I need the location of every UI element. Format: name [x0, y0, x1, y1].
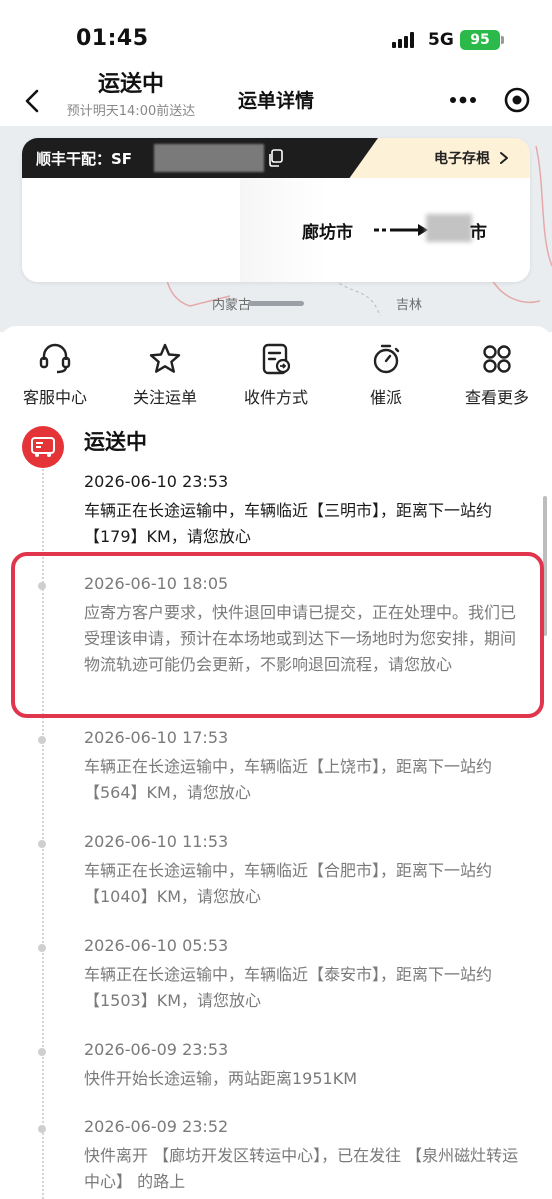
- timeline-dot: [38, 736, 46, 744]
- truck-icon: [31, 437, 55, 457]
- qa-label: 关注运单: [132, 388, 197, 407]
- qa-label: 客服中心: [22, 388, 87, 407]
- event-time: 2026-06-09 23:52: [84, 1117, 229, 1136]
- qa-customer-service[interactable]: 客服中心: [0, 342, 110, 408]
- qa-label: 查看更多: [464, 388, 529, 407]
- receive-method-icon: [262, 343, 291, 375]
- qa-urge-delivery[interactable]: 催派: [331, 342, 441, 408]
- e-record-link[interactable]: 电子存根: [434, 148, 490, 168]
- destination-city: 市: [470, 223, 487, 243]
- timeline-status-heading: 运送中: [84, 430, 147, 454]
- destination-redacted: [426, 214, 472, 242]
- event-time: 2026-06-10 23:53: [84, 472, 229, 491]
- quick-actions: 客服中心 关注运单 收件方式 催派 查看更多: [0, 342, 552, 408]
- headset-icon: [39, 343, 71, 374]
- battery-icon: 95: [460, 30, 500, 50]
- origin-city: 廊坊市: [302, 223, 353, 243]
- event-time: 2026-06-10 17:53: [84, 728, 229, 747]
- qa-view-more[interactable]: 查看更多: [442, 342, 552, 408]
- timeline-event: 2026-06-10 11:53 车辆正在长途运输中，车辆临近【合肥市】，距离下…: [84, 830, 530, 910]
- highlight-annotation: [11, 552, 544, 718]
- chevron-right-icon[interactable]: [498, 151, 510, 165]
- timeline-event: 2026-06-10 17:53 车辆正在长途运输中，车辆临近【上饶市】，距离下…: [84, 726, 530, 806]
- qa-receive-method[interactable]: 收件方式: [221, 342, 331, 408]
- event-time: 2026-06-09 23:53: [84, 1040, 229, 1059]
- eta-text: 预计明天14:00前送达: [66, 104, 196, 119]
- timeline-dot: [38, 1125, 46, 1133]
- timeline-dot: [38, 1048, 46, 1056]
- event-text: 车辆正在长途运输中，车辆临近【泰安市】，距离下一站约【1503】KM，请您放心: [84, 965, 493, 1010]
- timeline-event: 2026-06-10 05:53 车辆正在长途运输中，车辆临近【泰安市】，距离下…: [84, 934, 530, 1014]
- status-panel: [22, 178, 240, 282]
- timeline-dot: [38, 840, 46, 848]
- event-time: 2026-06-10 05:53: [84, 936, 229, 955]
- waybill-card: 顺丰干配：SF 电子存根: [22, 138, 530, 282]
- timeline-dot: [38, 944, 46, 952]
- battery-tip: [501, 36, 504, 44]
- qa-follow-waybill[interactable]: 关注运单: [110, 342, 220, 408]
- stopwatch-icon: [373, 344, 400, 374]
- grid-more-icon: [483, 345, 511, 373]
- event-text: 车辆正在长途运输中，车辆临近【合肥市】，距离下一站约【1040】KM，请您放心: [84, 861, 493, 906]
- timeline-event: 2026-06-09 23:53 快件开始长途运输，两站距离1951KM: [84, 1038, 530, 1092]
- event-text: 车辆正在长途运输中，车辆临近【上饶市】，距离下一站约【564】KM，请您放心: [84, 757, 493, 802]
- map-label-jilin: 吉林: [396, 298, 423, 313]
- event-text: 快件开始长途运输，两站距离1951KM: [84, 1069, 358, 1088]
- route-arrow-icon: [374, 224, 428, 236]
- network-type: 5G: [428, 30, 454, 50]
- clock: 01:45: [76, 26, 149, 51]
- copy-icon[interactable]: [268, 149, 284, 167]
- more-dots-icon[interactable]: [449, 90, 477, 110]
- signal-icon: [392, 32, 420, 48]
- map-label-neimenggu: 内蒙古: [212, 298, 252, 313]
- qa-label: 催派: [369, 388, 402, 407]
- event-time: 2026-06-10 11:53: [84, 832, 229, 851]
- waybill-number: 顺丰干配：SF: [36, 150, 133, 168]
- event-text: 快件离开 【廊坊开发区转运中心】，已在发往 【泉州磁灶转运中心】 的路上: [84, 1146, 519, 1191]
- qa-label: 收件方式: [243, 388, 308, 407]
- status-badge: [22, 426, 64, 468]
- timeline-event: 2026-06-10 23:53 车辆正在长途运输中，车辆临近【三明市】，距离下…: [84, 470, 530, 550]
- event-text: 车辆正在长途运输中，车辆临近【三明市】，距离下一站约【179】KM，请您放心: [84, 501, 493, 546]
- close-miniprogram-icon[interactable]: [503, 86, 531, 114]
- waybill-number-redacted: [154, 144, 264, 172]
- timeline-event: 2026-06-09 23:52 快件离开 【廊坊开发区转运中心】，已在发往 【…: [84, 1115, 530, 1195]
- star-icon: [149, 343, 181, 373]
- drag-handle[interactable]: [248, 301, 304, 306]
- detail-sheet: 客服中心 关注运单 收件方式 催派 查看更多 运送中 2026-06-10 23…: [0, 326, 552, 1199]
- card-status: 运送中: [97, 72, 164, 97]
